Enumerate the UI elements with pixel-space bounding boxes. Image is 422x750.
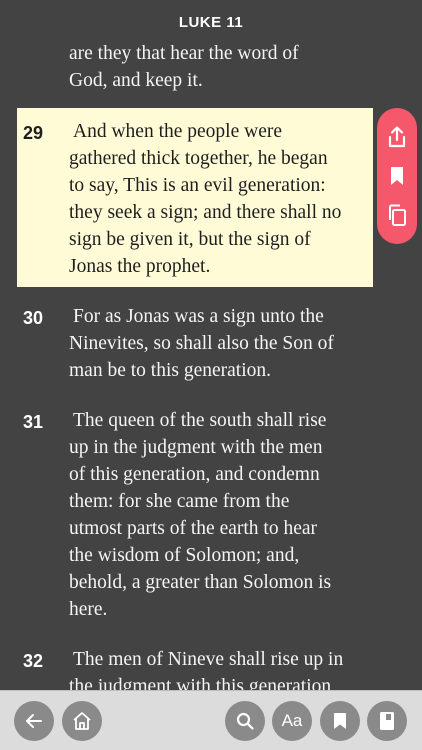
- verse-32[interactable]: 32 The men of Nineve shall rise up in th…: [17, 646, 373, 690]
- back-button[interactable]: [14, 701, 54, 741]
- copy-icon: [389, 204, 406, 226]
- verse-text: are they that hear the word of God, and …: [69, 43, 299, 91]
- share-icon: [388, 126, 406, 148]
- text-size-label: Aa: [281, 711, 303, 730]
- bookmark-icon: [391, 166, 403, 185]
- verse-text: And when the people were gathered thick …: [69, 121, 342, 277]
- share-button[interactable]: [383, 123, 411, 151]
- back-arrow-icon: [26, 714, 42, 728]
- verse-number: 30: [23, 308, 44, 328]
- verse-text: The men of Nineve shall rise up in the j…: [69, 649, 344, 690]
- chapter-title: LUKE 11: [178, 13, 244, 31]
- home-icon: [73, 712, 91, 730]
- home-button[interactable]: [62, 701, 102, 741]
- verse-text: The queen of the south shall rise up in …: [69, 410, 332, 620]
- verse-number: 32: [23, 651, 44, 671]
- search-button[interactable]: [225, 701, 265, 741]
- book-button[interactable]: [367, 701, 407, 741]
- copy-button[interactable]: [383, 201, 411, 229]
- bookmarks-button[interactable]: [320, 701, 360, 741]
- verse-action-menu: [377, 108, 417, 244]
- verse-28-continuation[interactable]: are they that hear the word of God, and …: [17, 40, 373, 94]
- verse-30[interactable]: 30 For as Jonas was a sign unto the Nine…: [17, 303, 373, 384]
- text-size-button[interactable]: Aa: [272, 701, 312, 741]
- bottom-toolbar: Aa: [0, 690, 422, 750]
- book-icon: [380, 712, 394, 730]
- verse-number: 31: [23, 412, 44, 432]
- verse-31[interactable]: 31 The queen of the south shall rise up …: [17, 407, 373, 623]
- bookmark-verse-button[interactable]: [383, 162, 411, 190]
- verse-29-highlighted[interactable]: 29 And when the people were gathered thi…: [17, 108, 373, 287]
- verse-list[interactable]: are they that hear the word of God, and …: [0, 38, 422, 690]
- bookmark-icon: [334, 713, 346, 729]
- search-icon: [236, 712, 254, 730]
- verse-text: For as Jonas was a sign unto the Ninevit…: [69, 306, 334, 381]
- verse-number: 29: [23, 123, 44, 143]
